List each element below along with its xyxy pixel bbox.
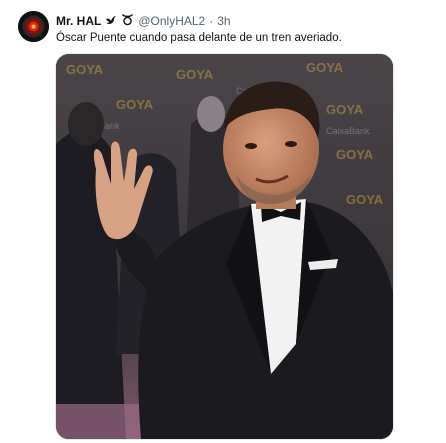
separator: · <box>209 14 214 28</box>
tweet-media[interactable]: GOYAGOYAGOYA GOYAGOYA GOYAGOYA GOYAGOYA … <box>55 53 394 440</box>
tweet[interactable]: Mr. HAL @OnlyHAL2 · 3h Óscar Puente cuan… <box>0 0 446 443</box>
tweet-header: Mr. HAL @OnlyHAL2 · 3h <box>56 13 436 30</box>
svg-text:GOYA: GOYA <box>66 62 104 77</box>
author-name[interactable]: Mr. HAL <box>56 14 101 29</box>
svg-text:GOYA: GOYA <box>336 147 374 162</box>
svg-text:CaixaBank: CaixaBank <box>326 126 370 136</box>
svg-text:GOYA: GOYA <box>116 97 154 112</box>
tweet-text: Óscar Puente cuando pasa delante de un t… <box>56 32 342 44</box>
bird-icon <box>105 14 117 30</box>
hal-eye-icon <box>18 11 49 42</box>
svg-text:GOYA: GOYA <box>346 192 384 207</box>
author-avatar[interactable] <box>18 11 49 42</box>
tweet-time[interactable]: 3h <box>217 14 230 29</box>
taurus-icon <box>121 13 134 30</box>
author-handle[interactable]: @OnlyHAL2 <box>138 14 205 29</box>
svg-text:GOYA: GOYA <box>326 102 364 117</box>
svg-text:GOYA: GOYA <box>306 60 344 75</box>
man-waving-photo: GOYAGOYAGOYA GOYAGOYA GOYAGOYA GOYAGOYA … <box>56 54 393 439</box>
svg-text:GOYA: GOYA <box>176 67 214 82</box>
